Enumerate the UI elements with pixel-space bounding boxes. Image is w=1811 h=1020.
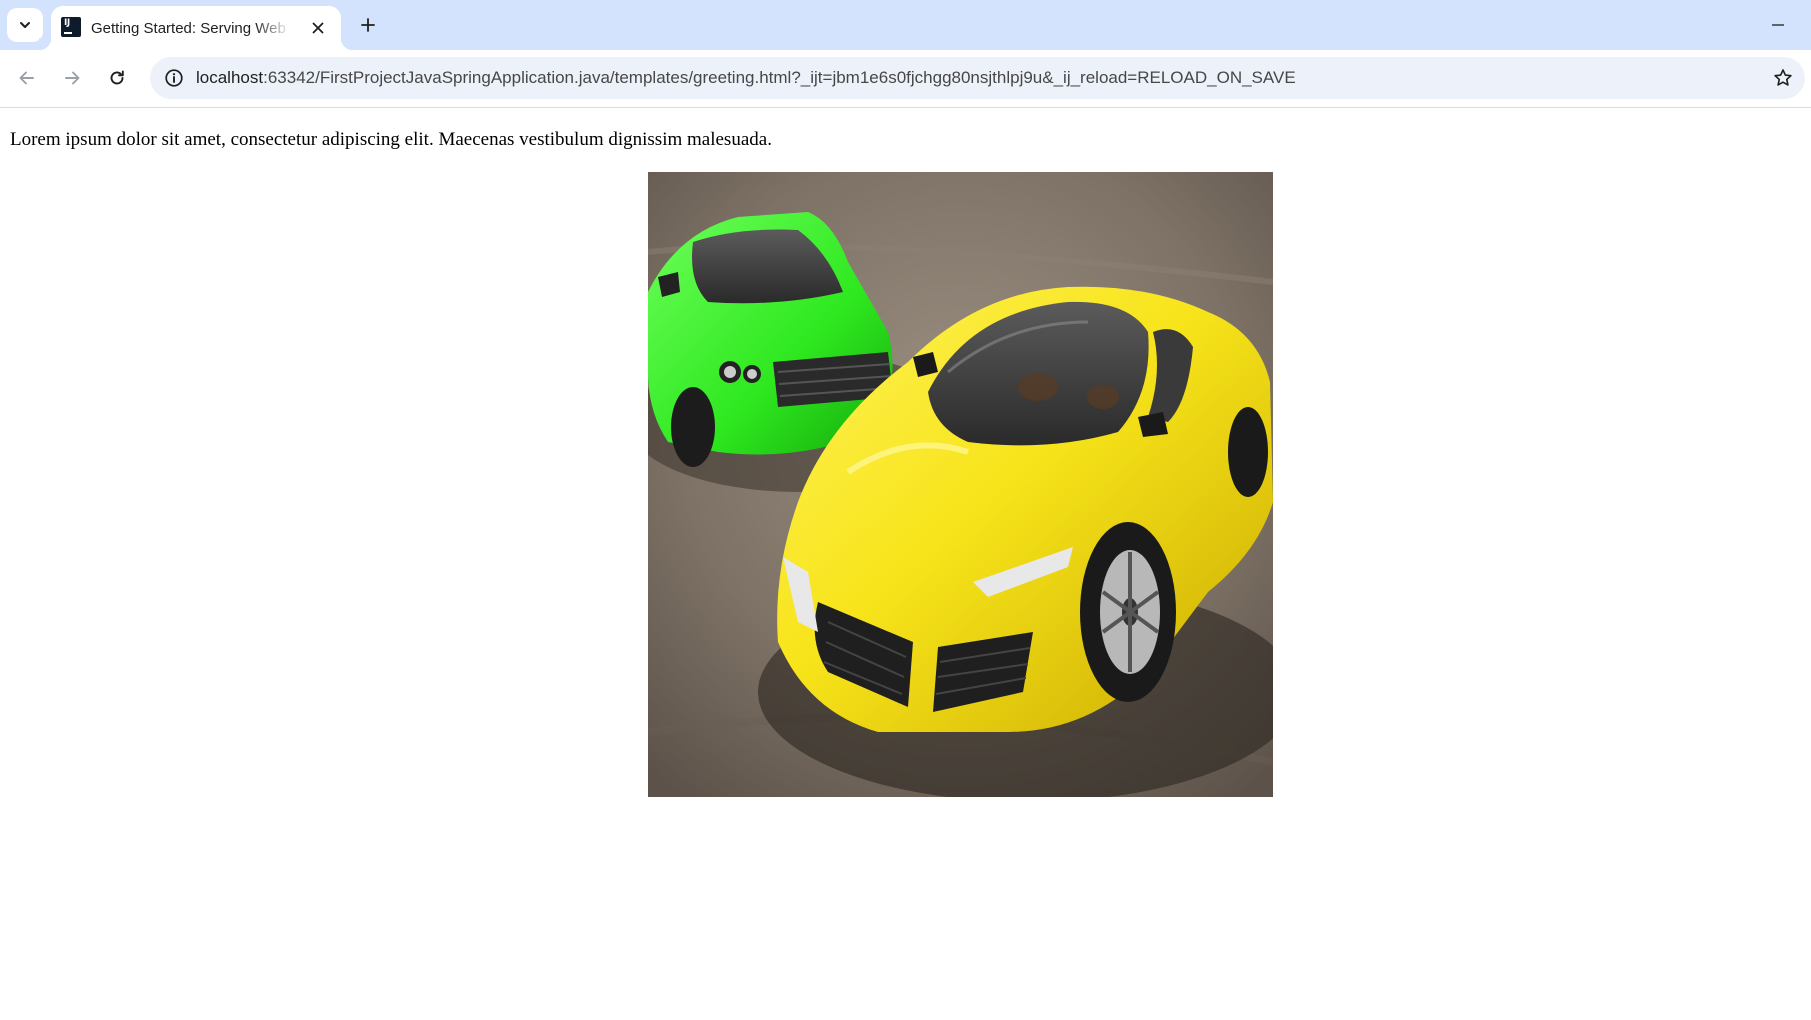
intellij-icon: [61, 17, 81, 37]
chevron-down-icon: [20, 22, 30, 28]
tab-title: Getting Started: Serving Web Content: [91, 20, 291, 37]
arrow-left-icon: [19, 71, 34, 85]
close-icon: [312, 22, 324, 34]
page-content: Lorem ipsum dolor sit amet, consectetur …: [0, 109, 1811, 1020]
tab-search-button[interactable]: [7, 8, 43, 42]
forward-button[interactable]: [55, 61, 89, 95]
reload-button[interactable]: [100, 61, 134, 95]
arrow-right-icon: [65, 71, 80, 85]
browser-tab-active[interactable]: Getting Started: Serving Web Content: [39, 6, 353, 50]
browser-toolbar: localhost:63342/FirstProjectJavaSpringAp…: [0, 50, 1811, 108]
address-bar[interactable]: localhost:63342/FirstProjectJavaSpringAp…: [150, 57, 1805, 99]
lorem-paragraph: Lorem ipsum dolor sit amet, consectetur …: [10, 129, 772, 150]
reload-icon: [110, 70, 124, 85]
url-text[interactable]: localhost:63342/FirstProjectJavaSpringAp…: [196, 68, 1296, 88]
url-path: :63342/FirstProjectJavaSpringApplication…: [263, 68, 1296, 87]
bookmark-button[interactable]: [1767, 62, 1799, 94]
plus-icon: [361, 18, 375, 32]
tab-close-button[interactable]: [307, 17, 329, 39]
minimize-icon: [1772, 24, 1784, 26]
tab-strip: Getting Started: Serving Web Content: [0, 0, 1811, 50]
cars-image: [648, 172, 1273, 797]
site-info-button[interactable]: [158, 62, 190, 94]
window-minimize-button[interactable]: [1760, 10, 1796, 40]
info-icon: [165, 69, 183, 87]
new-tab-button[interactable]: [353, 10, 383, 40]
star-icon: [1774, 69, 1792, 86]
back-button[interactable]: [10, 61, 44, 95]
url-host: localhost: [196, 68, 264, 87]
